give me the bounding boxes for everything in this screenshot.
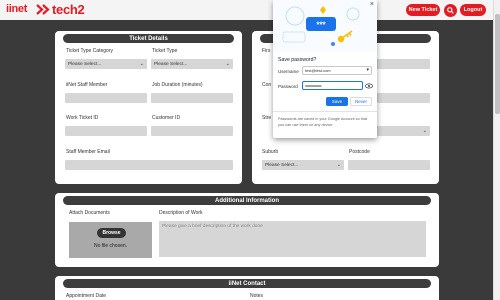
username-label: Username [278, 69, 299, 74]
chevron-down-icon: ⌄ [422, 128, 427, 134]
job-duration-field[interactable] [151, 93, 233, 103]
description-placeholder: Please give a brief description of the w… [162, 224, 263, 229]
save-password-dialog: *** × Save password? Username test@test.… [273, 0, 377, 138]
ticket-type-category-select[interactable]: Please Select... ⌄ [65, 59, 147, 69]
suburb-label: Suburb [262, 149, 279, 155]
chevron-down-icon: ⌄ [225, 61, 230, 67]
logout-button[interactable]: Logout [460, 4, 486, 16]
username-value: test@test.com [305, 68, 331, 73]
iinet-contact-title: iiNet Contact [63, 279, 431, 288]
iinet-logo[interactable]: iinet [6, 3, 27, 15]
street-label: Stre [262, 115, 272, 121]
customer-id-field[interactable] [151, 126, 233, 136]
suburb-select[interactable]: Please Select... ⌄ [262, 160, 344, 170]
top-bar: iinet tech2 New Ticket Logout [0, 0, 493, 20]
ticket-type-select[interactable]: Please Select... ⌄ [151, 59, 233, 69]
ticket-type-label: Ticket Type [152, 48, 178, 54]
chevron-down-icon: ⌄ [139, 61, 144, 67]
page-scrollbar[interactable] [493, 0, 500, 300]
description-of-work-label: Description of Work [159, 210, 203, 216]
postcode-field[interactable] [348, 160, 430, 170]
file-upload-area[interactable]: Browse No file chosen. [69, 222, 152, 258]
first-name-label: Firs [262, 48, 271, 54]
chevron-down-icon: ▾ [366, 67, 369, 73]
no-file-chosen-text: No file chosen. [93, 243, 128, 249]
username-input[interactable]: test@test.com ▾ [302, 66, 372, 75]
ticket-type-value: Please Select... [154, 61, 188, 67]
password-value: •••••••••••••••••••• [305, 83, 322, 88]
work-ticket-id-label: Work Ticket ID [66, 115, 99, 121]
never-button[interactable]: Never [350, 97, 372, 106]
staff-member-field[interactable] [65, 93, 147, 103]
job-duration-label: Job Duration (minutes) [152, 82, 203, 88]
customer-id-label: Customer ID [152, 115, 181, 121]
close-icon[interactable]: × [370, 1, 374, 8]
ticket-details-card: Ticket Details Ticket Type Category Plea… [55, 31, 242, 184]
contact-label: Con [262, 82, 272, 88]
notes-label: Notes [250, 293, 264, 299]
iinet-contact-card: iiNet Contact Appointment Date Notes [55, 276, 439, 300]
ticket-details-title: Ticket Details [63, 34, 234, 43]
search-icon [447, 7, 454, 14]
save-button[interactable]: Save [326, 97, 348, 106]
browse-button[interactable]: Browse [97, 228, 126, 238]
chevron-down-icon: ⌄ [336, 162, 341, 168]
ticket-type-category-value: Please Select... [68, 61, 102, 67]
password-illustration: *** [273, 0, 377, 52]
postcode-label: Postcode [349, 149, 370, 155]
staff-member-email-label: Staff Member Email [66, 149, 110, 155]
divider [273, 111, 377, 112]
double-chevron-right-icon [36, 4, 50, 15]
password-label: Password [278, 84, 298, 89]
description-of-work-textarea[interactable]: Please give a brief description of the w… [159, 221, 426, 257]
eye-icon[interactable] [365, 83, 373, 89]
search-button[interactable] [444, 4, 457, 17]
suburb-value: Please Select... [265, 162, 299, 168]
work-ticket-id-field[interactable] [65, 126, 147, 136]
tech2-logo[interactable]: tech2 [52, 2, 85, 17]
new-ticket-button[interactable]: New Ticket [406, 4, 440, 16]
additional-information-title: Additional Information [63, 196, 431, 205]
footer-text-line-2: you can use them on any device [278, 123, 333, 127]
ticket-type-category-label: Ticket Type Category [66, 48, 113, 54]
footer-text-line-1: Passwords are saved in your Google Accou… [278, 117, 368, 121]
additional-information-card: Additional Information Attach Documents … [55, 193, 439, 267]
password-dots-illustration: *** [316, 21, 326, 30]
staff-member-email-field[interactable] [65, 160, 233, 170]
password-input[interactable]: •••••••••••••••••••• [302, 81, 363, 90]
scrollbar-thumb[interactable] [495, 14, 500, 114]
attach-documents-label: Attach Documents [69, 210, 110, 216]
save-password-title: Save password? [278, 57, 317, 63]
staff-member-label: iiNet Staff Member [66, 82, 108, 88]
appointment-date-label: Appointment Date [66, 293, 107, 299]
